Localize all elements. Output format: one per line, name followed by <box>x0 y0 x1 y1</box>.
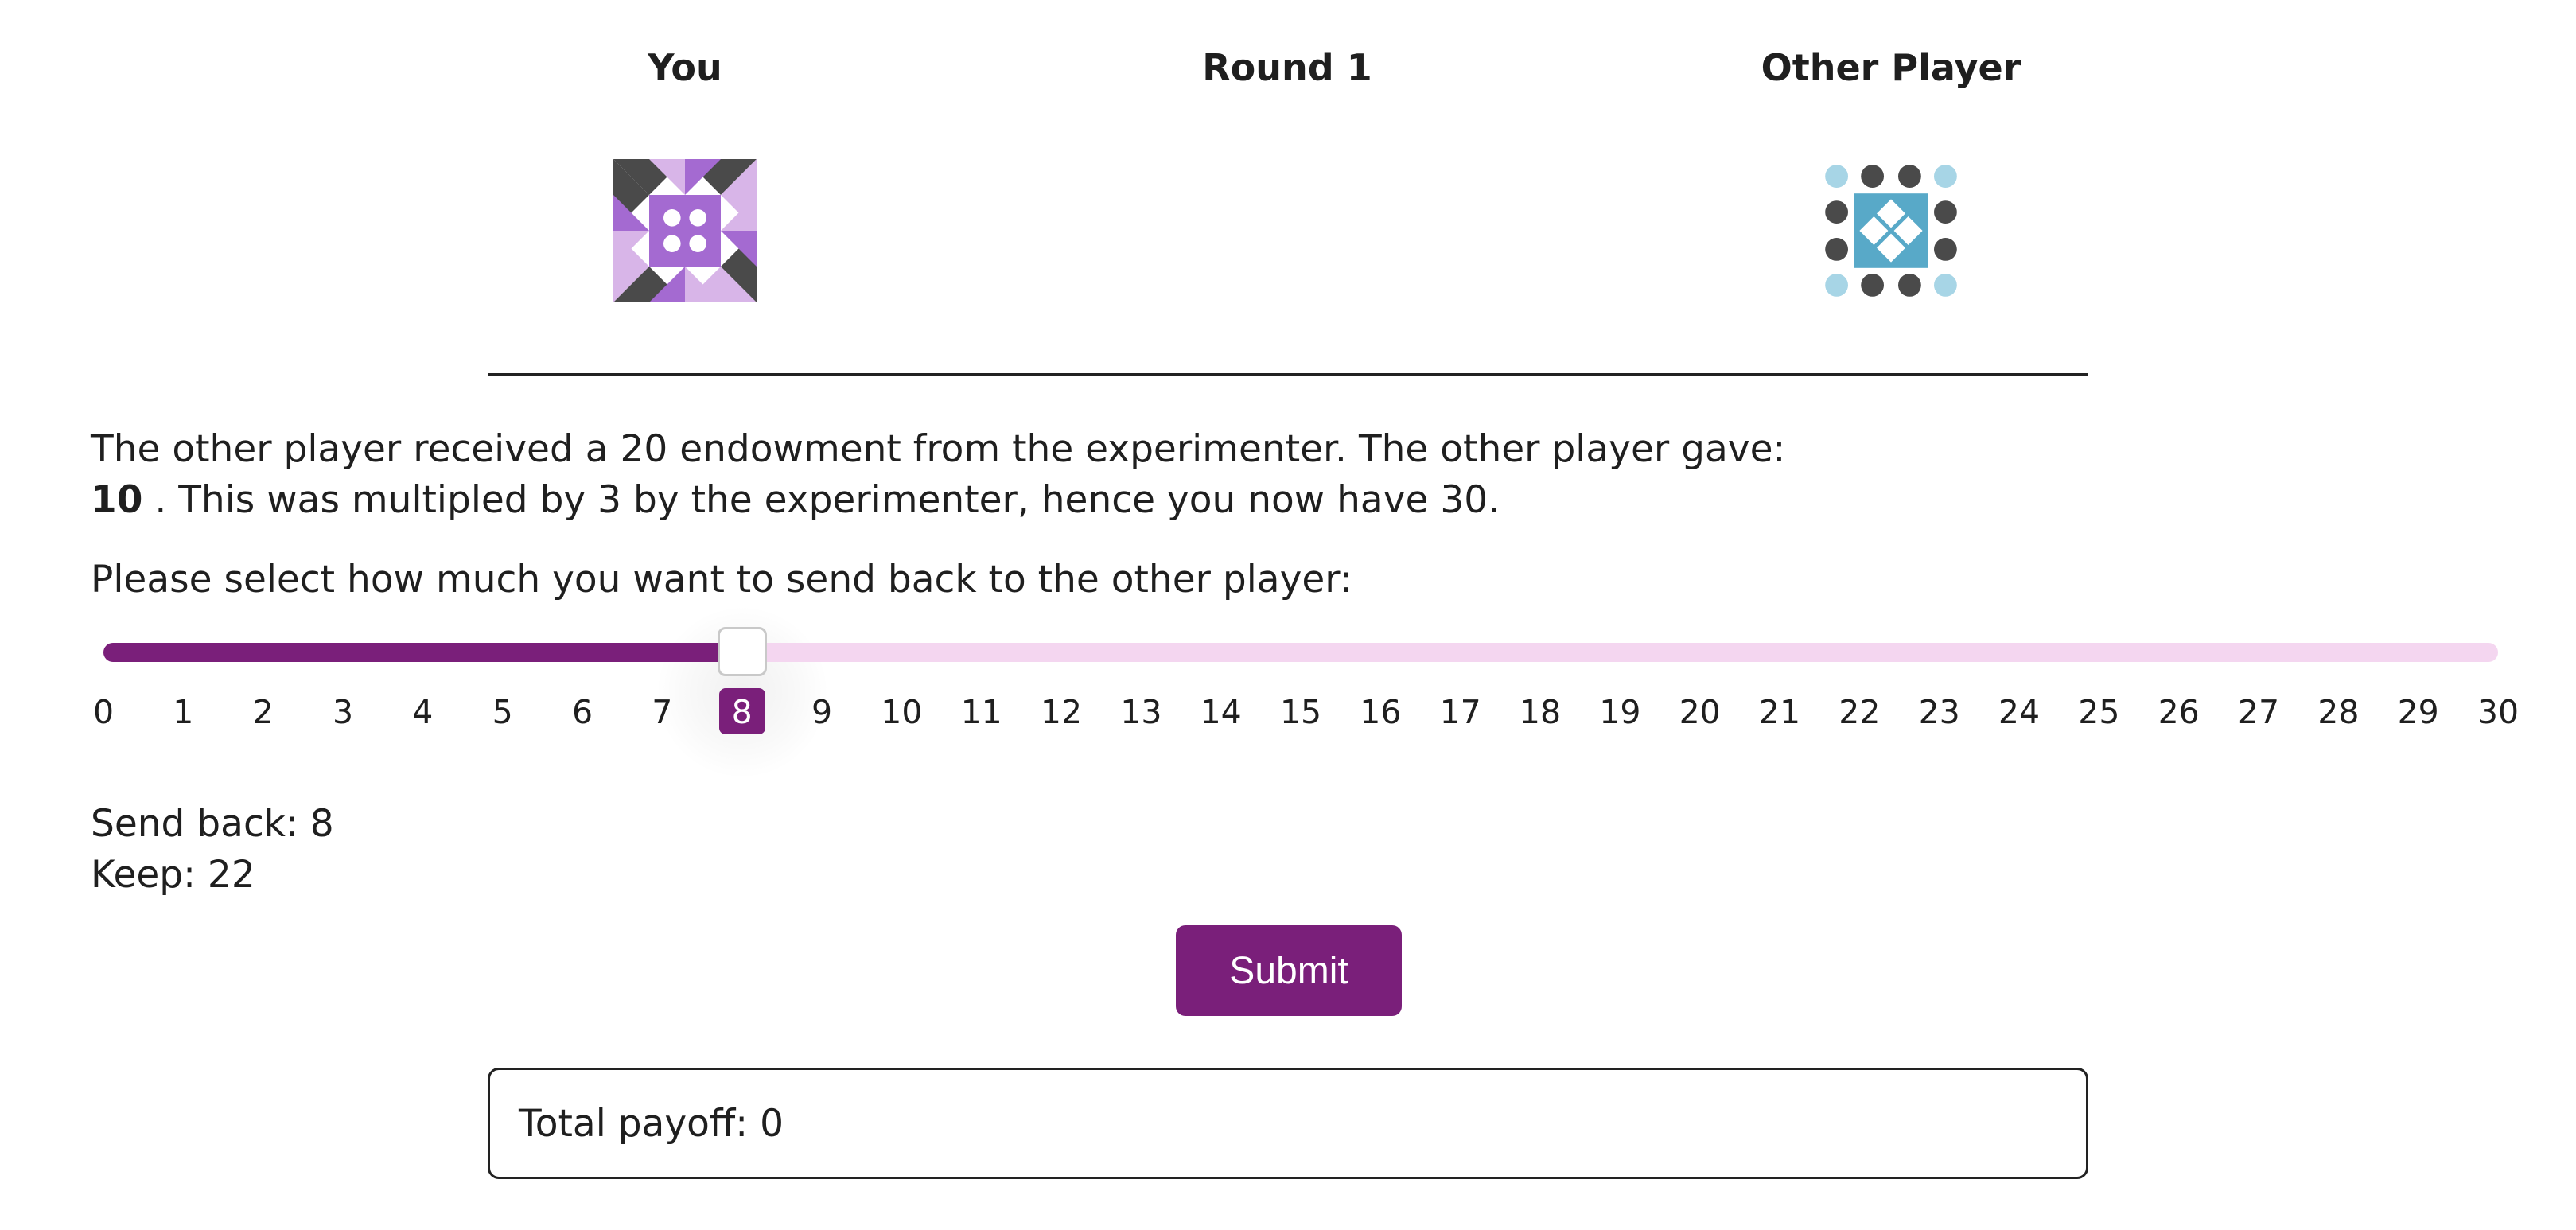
slider-tick-10: 10 <box>881 693 923 731</box>
slider-tick-22: 22 <box>1839 693 1881 731</box>
slider-tick-9: 9 <box>811 693 833 731</box>
total-payoff-box: Total payoff: 0 <box>488 1068 2088 1179</box>
total-payoff-text: Total payoff: 0 <box>519 1102 784 1146</box>
slider-tick-12: 12 <box>1040 693 1083 731</box>
slider-tick-18: 18 <box>1519 693 1562 731</box>
slider-tick-27: 27 <box>2237 693 2280 731</box>
slider-tick-30: 30 <box>2477 693 2520 731</box>
slider-tick-26: 26 <box>2158 693 2200 731</box>
other-player-avatar-icon <box>1825 165 1957 297</box>
given-amount: 10 <box>91 478 143 522</box>
round-label: Round 1 <box>1202 46 1372 89</box>
slider-tick-23: 23 <box>1918 693 1960 731</box>
slider-tick-2: 2 <box>252 693 274 731</box>
slider-tick-16: 16 <box>1360 693 1402 731</box>
slider-thumb[interactable] <box>717 627 767 676</box>
slider-tick-7: 7 <box>652 693 673 731</box>
slider-tick-13: 13 <box>1120 693 1162 731</box>
multiplier-info: 10 . This was multipled by 3 by the expe… <box>91 475 1500 526</box>
slider-fill <box>103 643 742 662</box>
slider-tick-24: 24 <box>1998 693 2041 731</box>
slider-tick-19: 19 <box>1599 693 1641 731</box>
endowment-info: The other player received a 20 endowment… <box>91 427 1786 471</box>
slider-tick-11: 11 <box>960 693 1002 731</box>
you-avatar-icon <box>613 159 757 302</box>
slider-tick-1: 1 <box>173 693 194 731</box>
slider-tick-21: 21 <box>1758 693 1801 731</box>
slider-tick-28: 28 <box>2317 693 2360 731</box>
slider-tick-15: 15 <box>1279 693 1322 731</box>
multiplier-text: . This was multipled by 3 by the experim… <box>142 478 1500 522</box>
slider-tick-4: 4 <box>412 693 434 731</box>
slider-track[interactable] <box>103 643 2498 662</box>
slider-tick-17: 17 <box>1439 693 1481 731</box>
you-label: You <box>648 46 722 89</box>
slider-tick-3: 3 <box>332 693 354 731</box>
slider-tick-25: 25 <box>2078 693 2120 731</box>
slider-tick-6: 6 <box>571 693 593 731</box>
send-back-value: Send back: 8 <box>91 802 334 846</box>
slider-tick-20: 20 <box>1679 693 1721 731</box>
keep-value: Keep: 22 <box>91 853 255 897</box>
slider-tick-8: 8 <box>731 693 753 731</box>
slider-tick-5: 5 <box>492 693 513 731</box>
submit-button[interactable]: Submit <box>1176 925 1402 1016</box>
slider-tick-29: 29 <box>2397 693 2439 731</box>
slider-tick-0: 0 <box>92 693 115 731</box>
send-back-prompt: Please select how much you want to send … <box>91 558 1352 601</box>
header-divider <box>488 373 2088 376</box>
slider-tick-14: 14 <box>1200 693 1242 731</box>
other-player-label: Other Player <box>1761 46 2021 89</box>
